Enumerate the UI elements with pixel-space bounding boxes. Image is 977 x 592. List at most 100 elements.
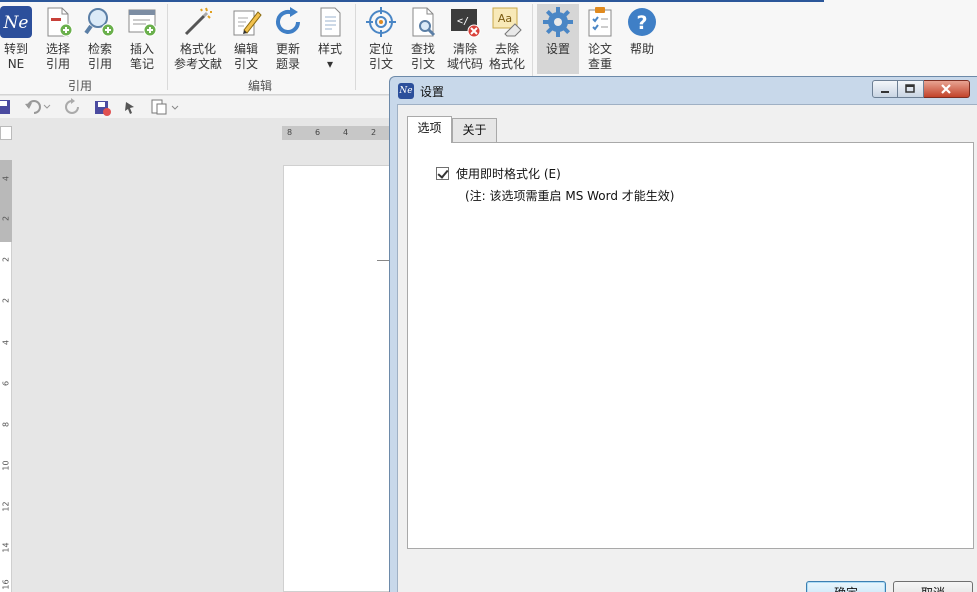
settings-button[interactable]: 设置 bbox=[537, 4, 579, 74]
ruler-tick: 8 bbox=[1, 421, 11, 428]
quick-access-toolbar bbox=[0, 96, 390, 118]
locate-citation-label-2: 引文 bbox=[368, 57, 393, 71]
ruler-tick: 6 bbox=[1, 380, 11, 387]
format-bib-label-2: 参考文献 bbox=[173, 57, 222, 71]
insert-note-button[interactable]: 插入 笔记 bbox=[124, 4, 160, 74]
edit-pencil-icon bbox=[230, 6, 262, 38]
find-citation-label-2: 引文 bbox=[410, 57, 435, 71]
document-add-icon bbox=[42, 6, 74, 38]
insert-note-label-1: 插入 bbox=[129, 42, 154, 56]
locate-citation-button[interactable]: 定位 引文 bbox=[363, 4, 399, 74]
document-search-icon bbox=[407, 6, 439, 38]
vertical-ruler[interactable]: 4 2 2 2 4 6 8 10 12 14 16 bbox=[0, 160, 12, 592]
magnifier-add-icon bbox=[84, 6, 116, 38]
save-as-icon[interactable] bbox=[93, 98, 111, 116]
remove-formatting-button[interactable]: Aa 去除 格式化 bbox=[486, 4, 528, 74]
ruler-tick: 2 bbox=[1, 256, 11, 263]
tab-about[interactable]: 关于 bbox=[452, 118, 497, 142]
ruler-tick: 4 bbox=[1, 339, 11, 346]
code-clear-icon: </ bbox=[449, 6, 481, 38]
close-icon bbox=[941, 84, 951, 94]
ruler-tick: 16 bbox=[1, 579, 11, 590]
gear-icon bbox=[542, 6, 574, 38]
cursor-move-icon[interactable] bbox=[122, 98, 140, 116]
help-button[interactable]: ? 帮助 bbox=[624, 4, 660, 74]
search-citation-label-1: 检索 bbox=[87, 42, 112, 56]
clear-field-code-button[interactable]: </ 清除 域代码 bbox=[444, 4, 486, 74]
instant-format-label[interactable]: 使用即时格式化 (E) bbox=[456, 165, 561, 182]
clear-code-label-2: 域代码 bbox=[446, 57, 483, 71]
style-dropdown-arrow: ▾ bbox=[326, 57, 333, 71]
ne-app-icon: Ne bbox=[398, 83, 414, 99]
update-reference-button[interactable]: 更新 题录 bbox=[270, 4, 306, 74]
ruler-tick: 2 bbox=[1, 297, 11, 304]
edit-citation-label-2: 引文 bbox=[233, 57, 258, 71]
select-citation-label-1: 选择 bbox=[45, 42, 70, 56]
ruler-tick: 4 bbox=[1, 175, 11, 182]
select-citation-button[interactable]: 选择 引用 bbox=[40, 4, 76, 74]
redo-icon[interactable] bbox=[64, 98, 82, 116]
find-citation-label-1: 查找 bbox=[410, 42, 435, 56]
edit-citation-button[interactable]: 编辑 引文 bbox=[228, 4, 264, 74]
goto-ne-button[interactable]: Ne 转到 NE bbox=[0, 4, 32, 74]
format-bibliography-button[interactable]: 格式化 参考文献 bbox=[172, 4, 224, 74]
save-icon[interactable] bbox=[0, 98, 12, 116]
clipboard-check-icon bbox=[584, 6, 616, 38]
cancel-button[interactable]: 取消 bbox=[893, 581, 973, 592]
ruler-tick: 2 bbox=[371, 128, 377, 137]
help-icon: ? bbox=[626, 6, 658, 38]
remove-format-label-2: 格式化 bbox=[488, 57, 525, 71]
undo-icon[interactable] bbox=[24, 98, 52, 116]
style-document-icon bbox=[314, 6, 346, 38]
tab-options[interactable]: 选项 bbox=[407, 116, 452, 143]
locate-citation-label-1: 定位 bbox=[368, 42, 393, 56]
options-panel: 使用即时格式化 (E) (注: 该选项需重启 MS Word 才能生效) bbox=[407, 142, 974, 549]
update-ref-label-1: 更新 bbox=[275, 42, 300, 56]
ruler-tick: 14 bbox=[1, 542, 11, 553]
minimize-button[interactable] bbox=[872, 80, 898, 98]
document-area: 8 6 4 2 4 2 2 2 4 6 8 10 12 14 16 bbox=[0, 118, 390, 592]
target-icon bbox=[365, 6, 397, 38]
dialog-titlebar[interactable]: Ne 设置 bbox=[390, 77, 977, 104]
refresh-icon bbox=[272, 6, 304, 38]
maximize-button[interactable] bbox=[898, 80, 924, 98]
style-dropdown-button[interactable]: 样式 ▾ bbox=[312, 4, 348, 74]
instant-format-checkbox[interactable] bbox=[436, 167, 449, 180]
format-icon-text: Aa bbox=[498, 12, 512, 25]
close-button[interactable] bbox=[924, 80, 970, 98]
goto-ne-label-2: NE bbox=[7, 57, 25, 71]
update-ref-label-2: 题录 bbox=[275, 57, 300, 71]
plagiarism-check-button[interactable]: 论文 查重 bbox=[582, 4, 618, 74]
search-citation-button[interactable]: 检索 引用 bbox=[82, 4, 118, 74]
format-bib-label-1: 格式化 bbox=[179, 42, 216, 56]
ruler-tick: 4 bbox=[343, 128, 349, 137]
maximize-icon bbox=[905, 84, 915, 93]
clear-code-label-1: 清除 bbox=[452, 42, 477, 56]
horizontal-ruler[interactable]: 8 6 4 2 bbox=[282, 126, 390, 140]
tab-stop-selector[interactable] bbox=[0, 126, 12, 140]
magic-wand-icon bbox=[182, 6, 214, 38]
ruler-tick: 2 bbox=[1, 215, 11, 222]
insert-note-label-2: 笔记 bbox=[129, 57, 154, 71]
code-icon-text: </ bbox=[457, 16, 469, 27]
ruler-tick: 8 bbox=[287, 128, 293, 137]
plagiarism-label-2: 查重 bbox=[587, 57, 612, 71]
margin-marker bbox=[377, 260, 389, 261]
ruler-tick: 10 bbox=[1, 460, 11, 471]
group-label-edit: 编辑 bbox=[247, 79, 272, 93]
ruler-tick: 6 bbox=[315, 128, 321, 137]
style-label-1: 样式 bbox=[317, 42, 342, 56]
note-add-icon bbox=[126, 6, 158, 38]
find-citation-button[interactable]: 查找 引文 bbox=[405, 4, 441, 74]
document-page[interactable] bbox=[283, 165, 390, 592]
help-icon-glyph: ? bbox=[636, 12, 647, 34]
select-citation-label-2: 引用 bbox=[45, 57, 70, 71]
remove-format-label-1: 去除 bbox=[494, 42, 519, 56]
settings-dialog: Ne 设置 选项 关于 使用即时格式化 (E) (注: 该选项需重启 MS Wo… bbox=[389, 76, 977, 592]
customize-toolbar-icon[interactable] bbox=[150, 98, 180, 116]
group-separator bbox=[167, 4, 168, 90]
ok-button[interactable]: 确定 bbox=[806, 581, 886, 592]
ribbon-accent-line bbox=[0, 0, 824, 2]
ne-logo-text: Ne bbox=[3, 13, 29, 33]
group-separator bbox=[355, 4, 356, 90]
